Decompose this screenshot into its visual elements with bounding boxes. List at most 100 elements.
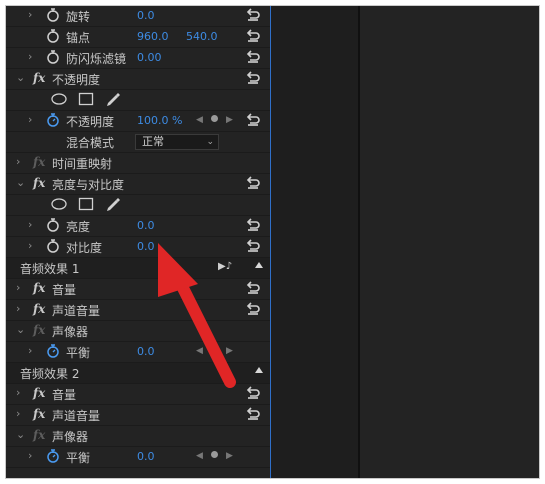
chevron-right-icon[interactable]: ›: [28, 113, 32, 126]
previous-keyframe-icon[interactable]: ◀: [196, 451, 203, 461]
parameter-list: › 旋转 0.0 锚点 960.0 540.0 › 防闪烁滤镜 0.00 ⌄ f…: [6, 6, 270, 478]
audio-effects-1-header: 音频效果 1 ▶♪: [6, 258, 270, 279]
add-keyframe-icon[interactable]: [211, 115, 218, 122]
chevron-down-icon[interactable]: ⌄: [16, 323, 25, 336]
pen-mask-icon[interactable]: [105, 197, 121, 213]
fx-toggle-icon[interactable]: fx: [33, 71, 45, 85]
panner-2-row[interactable]: ⌄ fx 声像器: [6, 426, 270, 447]
chevron-right-icon[interactable]: ›: [28, 449, 32, 462]
antiflicker-value[interactable]: 0.00: [137, 51, 162, 64]
brightness-contrast-row[interactable]: ⌄ fx 亮度与对比度: [6, 174, 270, 195]
chevron-down-icon[interactable]: ⌄: [16, 428, 25, 441]
add-keyframe-icon[interactable]: [211, 451, 218, 458]
keyframe-timeline-area[interactable]: [271, 6, 358, 478]
channel-volume-1-label: 声道音量: [52, 304, 101, 318]
stopwatch-icon[interactable]: [46, 50, 60, 64]
blend-mode-row: 混合模式 正常 ⌄: [6, 132, 270, 153]
anchor-y-value[interactable]: 540.0: [186, 30, 218, 43]
panner-1-label: 声像器: [52, 325, 89, 339]
fx-toggle-icon[interactable]: fx: [33, 155, 45, 169]
stopwatch-icon[interactable]: [46, 218, 60, 232]
rectangle-mask-icon[interactable]: [78, 197, 94, 211]
opacity-mask-tools-row: [6, 90, 270, 111]
volume-1-row[interactable]: › fx 音量: [6, 279, 270, 300]
next-keyframe-icon[interactable]: ▶: [226, 346, 233, 356]
rotation-value[interactable]: 0.0: [137, 9, 155, 22]
brightness-value[interactable]: 0.0: [137, 219, 155, 232]
rotation-row: › 旋转 0.0: [6, 6, 270, 27]
collapse-up-icon[interactable]: [255, 262, 263, 268]
chevron-right-icon[interactable]: ›: [16, 302, 20, 315]
reset-icon[interactable]: [245, 112, 261, 128]
time-remap-label: 时间重映射: [52, 157, 113, 171]
channel-volume-1-row[interactable]: › fx 声道音量: [6, 300, 270, 321]
stopwatch-icon[interactable]: [46, 29, 60, 43]
ellipse-mask-icon[interactable]: [51, 197, 67, 211]
anchor-row: 锚点 960.0 540.0: [6, 27, 270, 48]
brightness-label: 亮度: [66, 220, 91, 234]
reset-icon[interactable]: [245, 280, 261, 296]
reset-icon[interactable]: [245, 49, 261, 65]
chevron-right-icon[interactable]: ›: [16, 407, 20, 420]
fx-toggle-icon[interactable]: fx: [33, 428, 45, 442]
chevron-right-icon[interactable]: ›: [28, 50, 32, 63]
fx-toggle-icon[interactable]: fx: [33, 386, 45, 400]
reset-icon[interactable]: [245, 28, 261, 44]
volume-2-row[interactable]: › fx 音量: [6, 384, 270, 405]
stopwatch-icon[interactable]: [46, 8, 60, 22]
opacity-value[interactable]: 100.0 %: [137, 114, 182, 127]
fx-toggle-icon[interactable]: fx: [33, 176, 45, 190]
blend-mode-dropdown[interactable]: 正常 ⌄: [135, 134, 219, 150]
chevron-right-icon[interactable]: ›: [28, 344, 32, 357]
stopwatch-icon[interactable]: [46, 239, 60, 253]
rectangle-mask-icon[interactable]: [78, 92, 94, 106]
reset-icon[interactable]: [245, 70, 261, 86]
volume-2-label: 音量: [52, 388, 77, 402]
opacity-effect-label: 不透明度: [52, 73, 101, 87]
brightness-contrast-label: 亮度与对比度: [52, 178, 125, 192]
fx-toggle-icon[interactable]: fx: [33, 302, 45, 316]
chevron-right-icon[interactable]: ›: [16, 281, 20, 294]
ellipse-mask-icon[interactable]: [51, 92, 67, 106]
chevron-right-icon[interactable]: ›: [28, 8, 32, 21]
channel-volume-2-row[interactable]: › fx 声道音量: [6, 405, 270, 426]
pen-mask-icon[interactable]: [105, 92, 121, 108]
chevron-down-icon[interactable]: ⌄: [16, 176, 25, 189]
fx-toggle-icon[interactable]: fx: [33, 407, 45, 421]
reset-icon[interactable]: [245, 406, 261, 422]
stopwatch-icon[interactable]: [46, 113, 60, 127]
stopwatch-icon[interactable]: [46, 449, 60, 463]
fx-toggle-icon[interactable]: fx: [33, 323, 45, 337]
panner-1-row[interactable]: ⌄ fx 声像器: [6, 321, 270, 342]
time-remap-row[interactable]: › fx 时间重映射: [6, 153, 270, 174]
chevron-right-icon[interactable]: ›: [16, 155, 20, 168]
contrast-value[interactable]: 0.0: [137, 240, 155, 253]
balance-2-value[interactable]: 0.0: [137, 450, 155, 463]
chevron-down-icon[interactable]: ⌄: [16, 71, 25, 84]
fx-toggle-icon[interactable]: fx: [33, 281, 45, 295]
reset-icon[interactable]: [245, 7, 261, 23]
chevron-right-icon[interactable]: ›: [28, 218, 32, 231]
next-keyframe-icon[interactable]: ▶: [226, 451, 233, 461]
balance-1-row: › 平衡 0.0 ◀ ▶: [6, 342, 270, 363]
reset-icon[interactable]: [245, 217, 261, 233]
reset-icon[interactable]: [245, 385, 261, 401]
stopwatch-icon[interactable]: [46, 344, 60, 358]
chevron-right-icon[interactable]: ›: [28, 239, 32, 252]
opacity-effect-row[interactable]: ⌄ fx 不透明度: [6, 69, 270, 90]
balance-1-value[interactable]: 0.0: [137, 345, 155, 358]
anchor-x-value[interactable]: 960.0: [137, 30, 169, 43]
reset-icon[interactable]: [245, 301, 261, 317]
chevron-right-icon[interactable]: ›: [16, 386, 20, 399]
brightness-row: › 亮度 0.0: [6, 216, 270, 237]
opacity-param-row: › 不透明度 100.0 % ◀ ▶: [6, 111, 270, 132]
audio-effects-2-label: 音频效果 2: [20, 367, 80, 381]
previous-keyframe-icon[interactable]: ◀: [196, 346, 203, 356]
audio-clip-icon[interactable]: ▶♪: [218, 261, 232, 272]
chevron-down-icon: ⌄: [206, 137, 214, 147]
next-keyframe-icon[interactable]: ▶: [226, 115, 233, 125]
reset-icon[interactable]: [245, 175, 261, 191]
collapse-up-icon[interactable]: [255, 367, 263, 373]
previous-keyframe-icon[interactable]: ◀: [196, 115, 203, 125]
reset-icon[interactable]: [245, 238, 261, 254]
